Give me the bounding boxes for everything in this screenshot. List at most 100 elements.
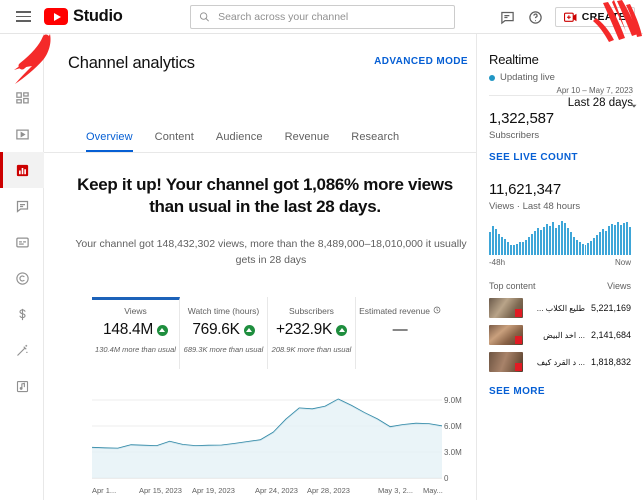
realtime-bar [614, 225, 617, 255]
realtime-bar [509, 244, 512, 255]
video-views: 1,818,832 [590, 357, 631, 367]
trend-up-icon [336, 324, 348, 336]
youtube-studio-analytics-page: Studio Search across your channel CREATE… [0, 0, 643, 500]
realtime-bar [554, 227, 557, 255]
sidebar-item-dashboard[interactable] [0, 80, 44, 116]
sidebar-item-analytics[interactable] [0, 152, 44, 188]
realtime-bar [500, 236, 503, 255]
realtime-bar-axis: -48h Now [489, 258, 631, 267]
metric-delta: 130.4M more than usual [95, 345, 176, 354]
trend-up-icon [156, 324, 168, 336]
metric-value-wrap: — [356, 321, 444, 338]
top-content-row-2[interactable]: ... اخد البيض 2,141,684 [489, 325, 631, 345]
realtime-bar [602, 229, 605, 255]
realtime-bar [566, 227, 569, 255]
tab-audience[interactable]: Audience [216, 131, 263, 152]
video-views: 5,221,169 [590, 303, 631, 313]
x-tick-5: May 3, 2... [378, 486, 414, 495]
see-live-count-button[interactable]: SEE LIVE COUNT [489, 152, 631, 163]
search-input[interactable] [218, 11, 446, 23]
tab-overview[interactable]: Overview [86, 131, 133, 152]
metric-card-views[interactable]: Views 148.4M 130.4M more than usual [92, 297, 180, 369]
realtime-bar [590, 240, 593, 255]
views-line-chart[interactable] [92, 394, 442, 482]
left-sidebar [0, 34, 44, 500]
hamburger-icon[interactable] [6, 11, 40, 22]
top-actions: CREATE [499, 0, 635, 34]
metric-value: 148.4M [103, 321, 153, 338]
realtime-bar-chart[interactable] [489, 221, 632, 255]
x-tick-3: Apr 24, 2023 [255, 486, 298, 495]
realtime-bar [551, 222, 554, 255]
realtime-bar [506, 242, 509, 255]
realtime-bar [512, 245, 515, 255]
dashboard-grid-icon [15, 91, 30, 106]
advanced-mode-button[interactable]: ADVANCED MODE [374, 56, 468, 67]
realtime-views-value: 11,621,347 [489, 181, 561, 198]
realtime-bar [515, 243, 518, 255]
realtime-status-label: Updating live [500, 72, 555, 83]
y-tick-6m: 6.0M [444, 422, 462, 431]
sidebar-item-subtitles[interactable] [0, 224, 44, 260]
sidebar-item-copyright[interactable] [0, 260, 44, 296]
chart-y-axis: 9.0M 6.0M 3.0M 0 [444, 394, 480, 483]
help-icon[interactable] [527, 8, 545, 26]
feedback-icon[interactable] [499, 8, 517, 26]
date-range-selector[interactable]: Apr 10 – May 7, 2023 Last 28 days [503, 86, 637, 109]
metric-delta: 689.3K more than usual [183, 345, 264, 354]
realtime-bar [581, 243, 584, 255]
realtime-bar [518, 241, 521, 255]
realtime-bar [611, 223, 614, 255]
sidebar-item-customisation[interactable] [0, 332, 44, 368]
realtime-bar [569, 232, 572, 255]
metric-value-wrap: +232.9K [268, 321, 355, 339]
page-title: Channel analytics [68, 54, 195, 72]
search-box[interactable] [190, 5, 455, 29]
metric-card-estimated-revenue[interactable]: Estimated revenue — [356, 297, 444, 369]
shorts-badge-icon [515, 309, 522, 317]
realtime-subscribers-label: Subscribers [489, 130, 540, 141]
metric-value: +232.9K [275, 321, 333, 338]
tab-revenue[interactable]: Revenue [285, 131, 330, 152]
realtime-bar [605, 230, 608, 255]
realtime-bar [494, 229, 497, 255]
video-views: 2,141,684 [590, 330, 631, 340]
metric-card-watch-time[interactable]: Watch time (hours) 769.6K 689.3K more th… [180, 297, 268, 369]
metric-cards: Views 148.4M 130.4M more than usual Watc… [92, 297, 444, 369]
realtime-bar [548, 226, 551, 255]
x-tick-0: Apr 1... [92, 486, 117, 495]
sidebar-item-comments[interactable] [0, 188, 44, 224]
realtime-bar [623, 223, 626, 255]
video-title: ... د القرد كيف [536, 357, 585, 367]
metric-card-subscribers[interactable]: Subscribers +232.9K 208.9K more than usu… [268, 297, 356, 369]
metric-value: 769.6K [192, 321, 240, 338]
tab-content[interactable]: Content [155, 131, 194, 152]
sidebar-item-content[interactable] [0, 116, 44, 152]
metric-value-wrap: 148.4M [92, 321, 179, 339]
see-more-realtime-button[interactable]: SEE MORE [489, 386, 631, 397]
analytics-main-column: Channel analytics ADVANCED MODE Overview… [44, 34, 476, 500]
studio-brand[interactable]: Studio [44, 7, 123, 26]
summary-headline: Keep it up! Your channel got 1,086% more… [77, 175, 453, 216]
brand-name: Studio [73, 7, 123, 25]
video-thumbnail [489, 298, 523, 318]
realtime-bar [620, 224, 623, 255]
views-chart-svg [92, 398, 442, 479]
top-content-row-3[interactable]: ... د القرد كيف 1,818,832 [489, 352, 631, 372]
tab-research[interactable]: Research [351, 131, 399, 152]
realtime-bar [527, 237, 530, 255]
realtime-bar [524, 240, 527, 255]
sidebar-item-earn[interactable] [0, 296, 44, 332]
create-video-icon [563, 12, 577, 22]
chevron-down-icon[interactable] [629, 98, 639, 116]
realtime-bar [599, 232, 602, 255]
realtime-bar [533, 230, 536, 255]
x-tick-4: Apr 28, 2023 [307, 486, 350, 495]
x-tick-2: Apr 19, 2023 [192, 486, 235, 495]
create-button[interactable]: CREATE [554, 7, 635, 27]
realtime-bar [593, 238, 596, 255]
sidebar-item-audio-library[interactable] [0, 368, 44, 404]
top-content-row-1[interactable]: طليع الكلاب ... 5,221,169 [489, 298, 631, 318]
chart-x-axis: Apr 1... Apr 15, 2023 Apr 19, 2023 Apr 2… [92, 486, 444, 498]
realtime-bar [536, 228, 539, 255]
